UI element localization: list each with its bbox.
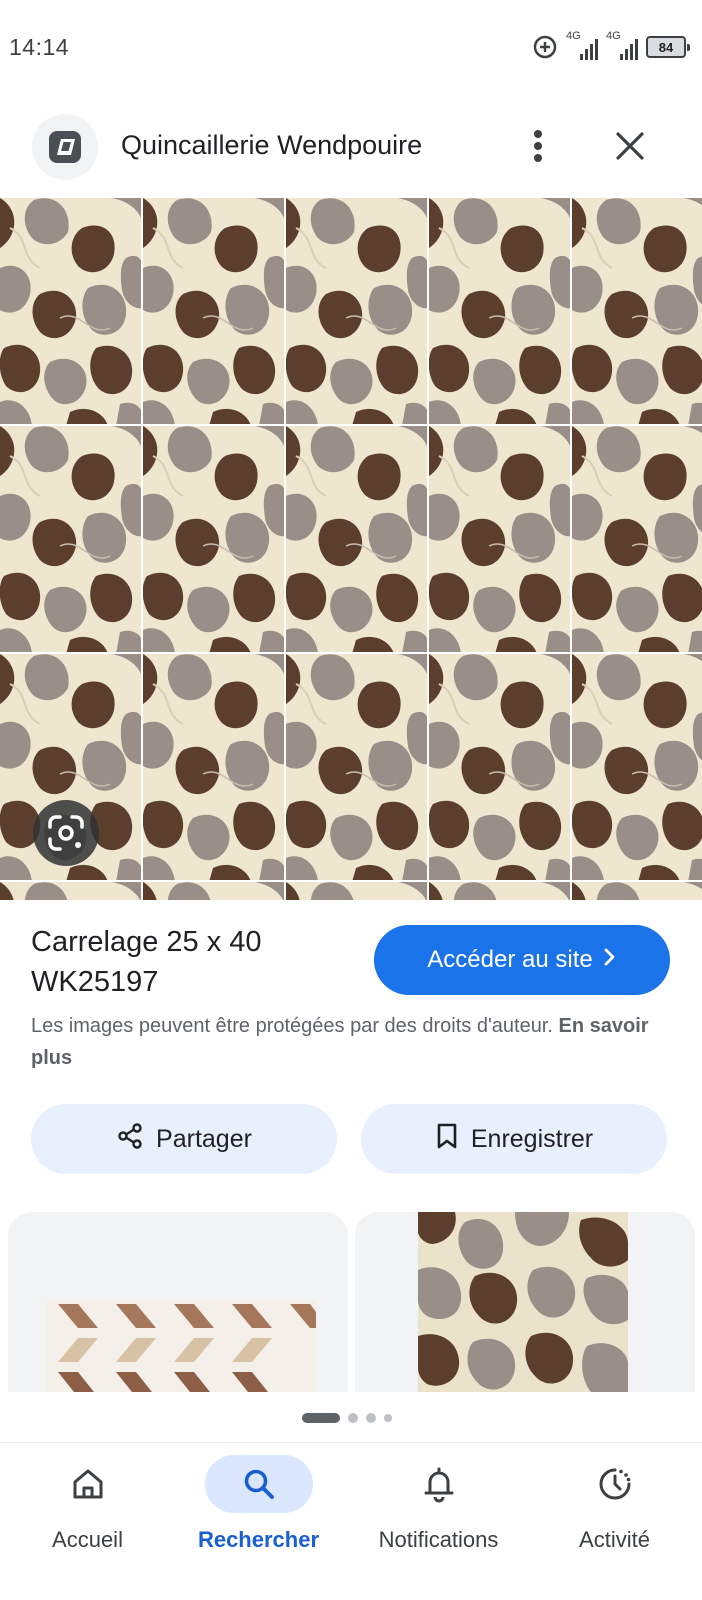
site-name[interactable]: Quincaillerie Wendpouire bbox=[121, 130, 422, 161]
related-image-1[interactable] bbox=[8, 1212, 348, 1392]
activity-icon bbox=[561, 1455, 669, 1513]
signal-icon: 4G bbox=[566, 30, 598, 60]
product-title: Carrelage 25 x 40 WK25197 bbox=[31, 926, 262, 998]
battery-icon: 84 bbox=[646, 36, 690, 58]
nav-label-notifications: Notifications bbox=[378, 1527, 499, 1552]
visit-site-button[interactable]: Accéder au site bbox=[374, 925, 670, 995]
visit-site-label: Accéder au site bbox=[427, 946, 593, 973]
network-type-1: 4G bbox=[566, 30, 581, 42]
bell-icon bbox=[385, 1455, 493, 1513]
status-time: 14:14 bbox=[9, 34, 70, 60]
nav-item-home[interactable]: Accueil bbox=[0, 1455, 175, 1553]
page-dot bbox=[384, 1414, 392, 1422]
header: Quincaillerie Wendpouire bbox=[0, 110, 702, 186]
status-bar: 14:14 4G 4G 84 bbox=[0, 0, 702, 96]
bottom-nav: Accueil Rechercher Notifications Activit… bbox=[0, 1442, 702, 1600]
google-lens-icon[interactable] bbox=[33, 800, 99, 866]
bookmark-icon bbox=[435, 1122, 459, 1157]
related-image-2[interactable] bbox=[355, 1212, 695, 1392]
save-label: Enregistrer bbox=[470, 1124, 594, 1153]
nav-item-search[interactable]: Rechercher bbox=[171, 1455, 346, 1553]
save-button[interactable]: Enregistrer bbox=[361, 1104, 667, 1174]
nav-item-activity[interactable]: Activité bbox=[527, 1455, 702, 1553]
page-dot bbox=[348, 1413, 358, 1423]
page-indicator bbox=[302, 1413, 392, 1423]
page-dot-active bbox=[302, 1413, 340, 1423]
copyright-notice: Les images peuvent être protégées par de… bbox=[31, 1010, 681, 1074]
status-icons: 4G 4G 84 bbox=[532, 30, 690, 60]
share-label: Partager bbox=[156, 1124, 252, 1153]
copyright-text: Les images peuvent être protégées par de… bbox=[31, 1015, 553, 1037]
share-button[interactable]: Partager bbox=[31, 1104, 337, 1174]
data-saver-icon bbox=[532, 34, 558, 60]
chevron-right-icon bbox=[603, 946, 617, 974]
battery-level: 84 bbox=[658, 39, 674, 55]
nav-label-home: Accueil bbox=[52, 1527, 123, 1552]
close-icon[interactable] bbox=[608, 124, 652, 168]
nav-label-activity: Activité bbox=[579, 1527, 650, 1552]
nav-item-notifications[interactable]: Notifications bbox=[351, 1455, 526, 1553]
signal-icon: 4G bbox=[606, 30, 638, 60]
share-icon bbox=[116, 1122, 144, 1157]
search-icon bbox=[204, 1455, 313, 1513]
network-type-2: 4G bbox=[606, 30, 621, 42]
home-icon bbox=[34, 1455, 142, 1513]
site-logo-icon[interactable] bbox=[32, 114, 98, 180]
more-vert-icon[interactable] bbox=[518, 124, 558, 168]
nav-label-search: Rechercher bbox=[197, 1527, 320, 1552]
page-dot bbox=[366, 1413, 376, 1423]
main-image[interactable] bbox=[0, 198, 702, 900]
